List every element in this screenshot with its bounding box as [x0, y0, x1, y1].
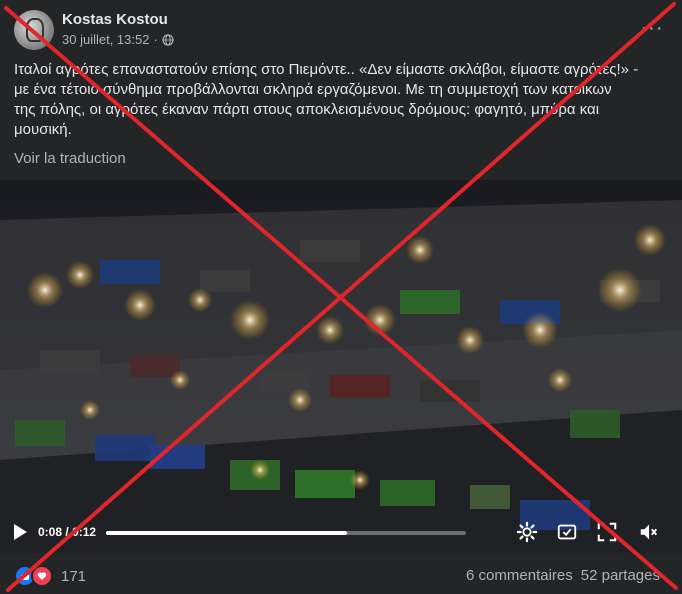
comments-count[interactable]: 6 commentaires [466, 567, 573, 584]
post-text-line: της πόλης, οι αγρότες έκαναν πάρτι στους… [14, 101, 600, 118]
video-controls: 0:08 / 0:12 [0, 512, 682, 552]
post-meta: 30 juillet, 13:52 · [62, 32, 174, 47]
settings-icon[interactable] [516, 521, 538, 543]
love-reaction-icon [31, 565, 53, 587]
more-options-icon[interactable]: ··· [636, 12, 668, 44]
post-text-line: Ιταλοί αγρότες επαναστατούν επίσης στο Π… [14, 61, 639, 78]
current-time: 0:08 [38, 525, 63, 539]
globe-icon [162, 33, 174, 46]
author-avatar[interactable] [14, 10, 54, 50]
video-time: 0:08 / 0:12 [38, 525, 96, 539]
author-name[interactable]: Kostas Kostou [62, 11, 168, 28]
duration: 0:12 [72, 525, 97, 539]
meta-separator: · [153, 32, 158, 47]
video-frame [0, 180, 682, 553]
reaction-count: 171 [61, 567, 87, 585]
reactions-summary[interactable]: 171 [14, 565, 86, 587]
progress-bar[interactable] [106, 531, 466, 535]
shares-count[interactable]: 52 partages [581, 567, 660, 584]
volume-mute-icon[interactable] [638, 521, 660, 543]
video-player[interactable]: 0:08 / 0:12 [0, 180, 682, 553]
post-text-line: με ένα τέτοιο σύνθημα προβάλλονται σκληρ… [14, 81, 612, 98]
post-text: Ιταλοί αγρότες επαναστατούν επίσης στο Π… [14, 60, 670, 140]
facebook-post: Kostas Kostou 30 juillet, 13:52 · ··· Ιτ… [0, 0, 682, 594]
post-footer: 171 6 commentaires 52 partages [0, 553, 682, 594]
hd-icon[interactable] [556, 521, 578, 543]
post-date[interactable]: 30 juillet, 13:52 [62, 32, 149, 47]
progress-fill [106, 531, 348, 535]
post-text-line: μουσική. [14, 121, 72, 138]
see-translation-link[interactable]: Voir la traduction [14, 150, 126, 167]
play-icon[interactable] [12, 523, 28, 541]
post-header: Kostas Kostou 30 juillet, 13:52 · ··· [14, 10, 668, 50]
fullscreen-icon[interactable] [596, 521, 618, 543]
engagement-stats: 6 commentaires 52 partages [466, 567, 660, 584]
time-separator: / [65, 525, 69, 539]
